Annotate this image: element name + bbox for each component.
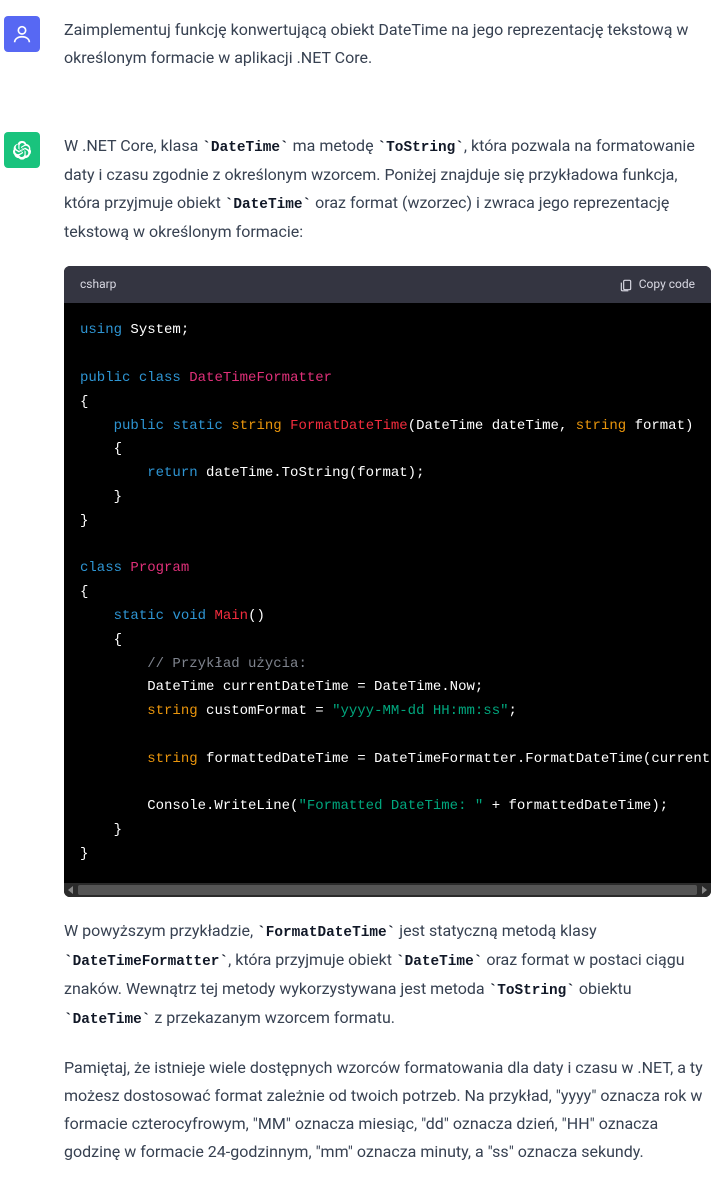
code-content: using System; public class DateTimeForma… [64, 303, 711, 882]
explain-seg: , która przyjmuje obiekt [228, 950, 396, 969]
inline-code-formatdatetime: `FormatDateTime` [257, 925, 395, 941]
person-icon [11, 23, 33, 45]
copy-code-label: Copy code [639, 274, 695, 295]
tok: public [114, 418, 164, 434]
code-scroll-area[interactable]: using System; public class DateTimeForma… [64, 303, 711, 882]
explain-seg: obiektu [575, 979, 632, 998]
openai-icon [11, 139, 33, 161]
tok: static [114, 608, 164, 624]
intro-seg: ma metodę [289, 136, 378, 155]
tok: (DateTime dateTime, [408, 418, 576, 434]
tok: + formattedDateTime); [483, 798, 668, 814]
tok: string [231, 418, 281, 434]
tok: string [147, 703, 197, 719]
tok: string [147, 751, 197, 767]
assistant-message-content: W .NET Core, klasa `DateTime` ma metodę … [64, 132, 727, 1186]
tok: Main [214, 608, 248, 624]
tok: DateTimeFormatter [189, 370, 332, 386]
tok: public [80, 370, 130, 386]
intro-seg: W .NET Core, klasa [64, 136, 202, 155]
copy-code-button[interactable]: Copy code [619, 274, 695, 295]
tok: formattedDateTime = DateTimeFormatter.Fo… [198, 751, 711, 767]
assistant-message-row: W .NET Core, klasa `DateTime` ma metodę … [0, 108, 727, 1196]
user-message-row: Zaimplementuj funkcję konwertującą obiek… [0, 0, 727, 108]
tok: Console.WriteLine( [147, 798, 298, 814]
tok: System; [122, 322, 189, 338]
inline-code-datetimeformatter: `DateTimeFormatter` [64, 954, 228, 970]
scrollbar-thumb[interactable] [78, 885, 697, 895]
inline-code-datetime: `DateTime` [225, 197, 311, 213]
tok: "Formatted DateTime: " [298, 798, 483, 814]
tok: class [80, 560, 122, 576]
code-block: csharp Copy code using System; public cl… [64, 266, 711, 896]
user-avatar [4, 16, 40, 52]
explain-seg: jest statyczną metodą klasy [395, 921, 596, 940]
assistant-intro: W .NET Core, klasa `DateTime` ma metodę … [64, 132, 711, 246]
tok: Program [130, 560, 189, 576]
code-header: csharp Copy code [64, 266, 711, 303]
tok: return [147, 465, 197, 481]
tok: format) [626, 418, 693, 434]
tok: string [576, 418, 626, 434]
inline-code-tostring: `ToString` [378, 140, 464, 156]
tok: "yyyy-MM-dd HH:mm:ss" [332, 703, 508, 719]
tok: dateTime.ToString(format); [198, 465, 425, 481]
tok: () [248, 608, 265, 624]
assistant-avatar [4, 132, 40, 168]
tok: FormatDateTime [290, 418, 408, 434]
tok: // Przykład użycia: [147, 656, 307, 672]
inline-code-datetime: `DateTime` [202, 140, 288, 156]
user-text: Zaimplementuj funkcję konwertującą obiek… [64, 16, 711, 72]
inline-code-datetime: `DateTime` [396, 954, 482, 970]
tok: class [139, 370, 181, 386]
tok: static [172, 418, 222, 434]
inline-code-tostring: `ToString` [489, 983, 575, 999]
explain-seg: W powyższym przykładzie, [64, 921, 257, 940]
explain-seg: z przekazanym wzorcem formatu. [150, 1008, 395, 1027]
tok: customFormat = [198, 703, 332, 719]
inline-code-datetime: `DateTime` [64, 1012, 150, 1028]
assistant-explain: W powyższym przykładzie, `FormatDateTime… [64, 917, 711, 1034]
clipboard-icon [619, 278, 633, 292]
tok: DateTime currentDateTime = DateTime.Now; [147, 679, 483, 695]
user-message-content: Zaimplementuj funkcję konwertującą obiek… [64, 16, 727, 92]
tok: using [80, 322, 122, 338]
code-language-label: csharp [80, 274, 116, 295]
tok: void [172, 608, 206, 624]
horizontal-scrollbar[interactable] [64, 883, 711, 897]
